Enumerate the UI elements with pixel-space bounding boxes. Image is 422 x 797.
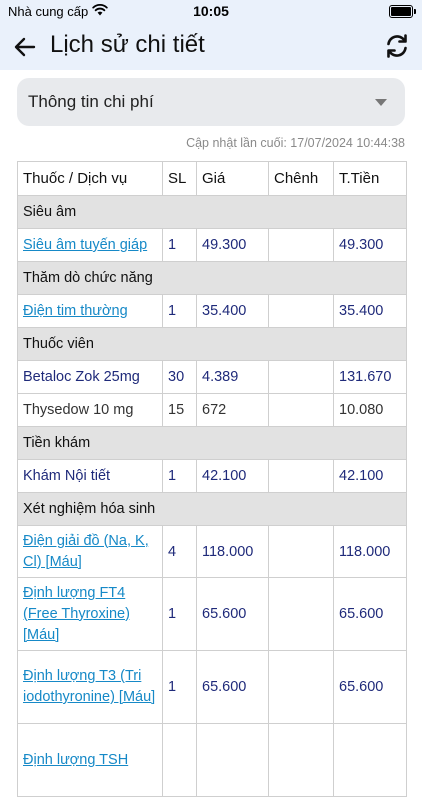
- quantity-cell: 1: [162, 228, 197, 262]
- group-row: Xét nghiệm hóa sinh: [17, 492, 407, 526]
- quantity-cell: 1: [162, 294, 197, 328]
- table-row: Điện tim thường 1 35.400 35.400: [17, 294, 407, 328]
- total-cell: 10.080: [333, 393, 407, 427]
- quantity-cell: 1: [162, 459, 197, 493]
- service-name: Betaloc Zok 25mg: [17, 360, 163, 394]
- group-label: Thăm dò chức năng: [17, 261, 407, 295]
- total-cell: [333, 723, 407, 797]
- total-cell: 131.670: [333, 360, 407, 394]
- price-cell: 49.300: [196, 228, 269, 262]
- cost-table-container: Thuốc / Dịch vụ SL Giá Chênh T.Tiền Siêu…: [17, 161, 407, 797]
- group-row: Thăm dò chức năng: [17, 261, 407, 295]
- table-row: Điện giải đồ (Na, K, Cl) [Máu] 4 118.000…: [17, 525, 407, 578]
- group-row: Siêu âm: [17, 195, 407, 229]
- service-name: Thysedow 10 mg: [17, 393, 163, 427]
- service-name-link[interactable]: Siêu âm tuyến giáp: [17, 228, 163, 262]
- price-cell: 4.389: [196, 360, 269, 394]
- price-cell: 65.600: [196, 650, 269, 724]
- dropdown-selected-value: Thông tin chi phí: [28, 92, 154, 111]
- service-name-link[interactable]: Điện tim thường: [17, 294, 163, 328]
- quantity-cell: 4: [162, 525, 197, 578]
- quantity-cell: [162, 723, 197, 797]
- cost-info-dropdown[interactable]: Thông tin chi phí: [17, 78, 405, 126]
- price-cell: 35.400: [196, 294, 269, 328]
- total-cell: 49.300: [333, 228, 407, 262]
- price-cell: 672: [196, 393, 269, 427]
- difference-cell: [268, 228, 334, 262]
- refresh-icon[interactable]: [384, 33, 410, 59]
- table-row: Định lượng FT4 (Free Thyroxine) [Máu] 1 …: [17, 577, 407, 651]
- column-header-quantity: SL: [162, 161, 197, 196]
- total-cell: 42.100: [333, 459, 407, 493]
- service-name-link[interactable]: Định lượng FT4 (Free Thyroxine) [Máu]: [17, 577, 163, 651]
- service-name-link[interactable]: Định lượng TSH: [17, 723, 163, 797]
- table-row: Betaloc Zok 25mg 30 4.389 131.670: [17, 360, 407, 394]
- column-header-price: Giá: [196, 161, 269, 196]
- total-cell: 65.600: [333, 577, 407, 651]
- back-arrow-icon[interactable]: [12, 34, 38, 60]
- table-row: Định lượng T3 (Tri iodothyronine) [Máu] …: [17, 650, 407, 724]
- app-header: Lịch sử chi tiết: [0, 22, 422, 70]
- table-row: Siêu âm tuyến giáp 1 49.300 49.300: [17, 228, 407, 262]
- page-title: Lịch sử chi tiết: [50, 31, 205, 58]
- table-header-row: Thuốc / Dịch vụ SL Giá Chênh T.Tiền: [17, 161, 407, 196]
- price-cell: 118.000: [196, 525, 269, 578]
- service-name-link[interactable]: Định lượng T3 (Tri iodothyronine) [Máu]: [17, 650, 163, 724]
- table-row: Thysedow 10 mg 15 672 10.080: [17, 393, 407, 427]
- last-updated-text: Cập nhật lần cuối: 17/07/2024 10:44:38: [186, 136, 405, 150]
- price-cell: 42.100: [196, 459, 269, 493]
- service-name-link[interactable]: Điện giải đồ (Na, K, Cl) [Máu]: [17, 525, 163, 578]
- total-cell: 65.600: [333, 650, 407, 724]
- total-cell: 118.000: [333, 525, 407, 578]
- caret-down-icon: [375, 99, 387, 106]
- price-cell: [196, 723, 269, 797]
- group-row: Thuốc viên: [17, 327, 407, 361]
- status-bar: Nhà cung cấp 10:05: [0, 0, 422, 22]
- clock: 10:05: [193, 3, 229, 19]
- cost-table: Thuốc / Dịch vụ SL Giá Chênh T.Tiền Siêu…: [17, 161, 407, 797]
- column-header-service: Thuốc / Dịch vụ: [17, 161, 163, 196]
- difference-cell: [268, 577, 334, 651]
- price-cell: 65.600: [196, 577, 269, 651]
- difference-cell: [268, 525, 334, 578]
- group-row: Tiền khám: [17, 426, 407, 460]
- difference-cell: [268, 650, 334, 724]
- group-label: Xét nghiệm hóa sinh: [17, 492, 407, 526]
- table-row: Định lượng TSH: [17, 723, 407, 797]
- service-name: Khám Nội tiết: [17, 459, 163, 493]
- column-header-total: T.Tiền: [333, 161, 407, 196]
- group-label: Tiền khám: [17, 426, 407, 460]
- quantity-cell: 15: [162, 393, 197, 427]
- column-header-difference: Chênh: [268, 161, 334, 196]
- group-label: Thuốc viên: [17, 327, 407, 361]
- difference-cell: [268, 459, 334, 493]
- group-label: Siêu âm: [17, 195, 407, 229]
- table-row: Khám Nội tiết 1 42.100 42.100: [17, 459, 407, 493]
- difference-cell: [268, 294, 334, 328]
- difference-cell: [268, 723, 334, 797]
- difference-cell: [268, 393, 334, 427]
- quantity-cell: 1: [162, 577, 197, 651]
- total-cell: 35.400: [333, 294, 407, 328]
- battery-icon: [389, 5, 416, 18]
- quantity-cell: 30: [162, 360, 197, 394]
- quantity-cell: 1: [162, 650, 197, 724]
- difference-cell: [268, 360, 334, 394]
